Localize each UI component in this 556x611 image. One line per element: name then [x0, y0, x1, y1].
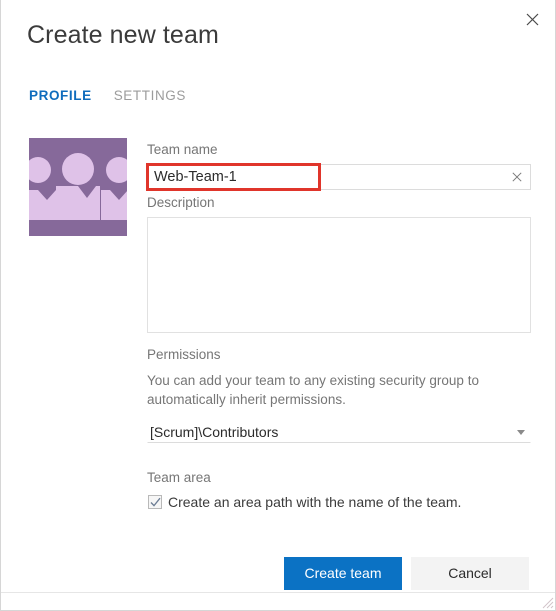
description-field[interactable]: [147, 217, 531, 333]
team-name-field[interactable]: [147, 164, 531, 190]
team-name-label: Team name: [147, 142, 218, 157]
tab-profile[interactable]: PROFILE: [29, 88, 92, 103]
team-name-input[interactable]: [148, 165, 504, 189]
page-title: Create new team: [27, 21, 219, 49]
check-icon: [150, 497, 161, 507]
description-label: Description: [147, 195, 215, 210]
permissions-dropdown[interactable]: [Scrum]\Contributors: [147, 421, 531, 443]
create-area-path-label: Create an area path with the name of the…: [168, 494, 462, 510]
resize-grip-icon[interactable]: [540, 595, 554, 609]
permissions-help-text: You can add your team to any existing se…: [147, 373, 479, 407]
clear-team-name-icon[interactable]: [504, 165, 530, 189]
permissions-label: Permissions: [147, 347, 221, 362]
tab-bar: PROFILE SETTINGS: [29, 88, 186, 103]
team-avatar[interactable]: [29, 138, 127, 236]
close-icon[interactable]: [517, 6, 547, 32]
permissions-selected-value: [Scrum]\Contributors: [150, 424, 279, 440]
create-team-button[interactable]: Create team: [284, 556, 402, 590]
create-new-team-dialog: Create new team PROFILE SETTINGS Team na…: [0, 0, 556, 611]
chevron-down-icon[interactable]: [512, 429, 530, 435]
team-area-label: Team area: [147, 470, 211, 485]
create-area-path-checkbox[interactable]: [148, 495, 162, 509]
dialog-footer: Create team Cancel: [1, 556, 555, 590]
description-input[interactable]: [148, 218, 530, 332]
tab-settings[interactable]: SETTINGS: [114, 88, 186, 103]
cancel-button[interactable]: Cancel: [411, 556, 529, 590]
create-area-path-checkbox-row[interactable]: Create an area path with the name of the…: [148, 494, 461, 510]
footer-divider: [1, 592, 555, 593]
